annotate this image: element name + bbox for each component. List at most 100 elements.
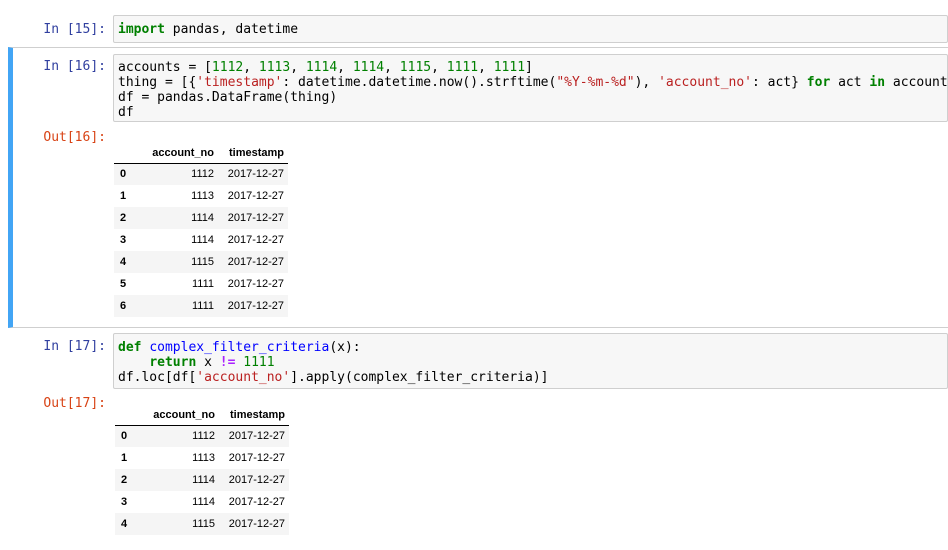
code-input[interactable]: import pandas, datetime xyxy=(113,15,948,43)
index-header xyxy=(115,405,137,426)
string-literal: 'account_no' xyxy=(196,370,291,385)
code-text: : datetime.datetime.now().strftime( xyxy=(282,75,557,90)
timestamp-cell: 2017-12-27 xyxy=(228,452,285,464)
table-row: 3 1114 2017-12-27 xyxy=(115,491,289,513)
code-input[interactable]: accounts = [1112, 1113, 1114, 1114, 1115… xyxy=(113,54,948,122)
timestamp-cell: 2017-12-27 xyxy=(227,168,284,181)
timestamp-cell: 2017-12-27 xyxy=(228,496,285,508)
row-index: 1 xyxy=(120,190,127,202)
code-text: df.loc[df[ xyxy=(118,370,197,385)
code-text: , xyxy=(431,60,447,75)
row-index: 4 xyxy=(120,256,127,268)
account-no-cell: 1115 xyxy=(192,518,215,530)
account-no-cell: 1111 xyxy=(191,278,214,290)
table-row: 3 1114 2017-12-27 xyxy=(114,229,288,251)
input-prompt: In [17]: xyxy=(43,339,106,354)
code-text: (x): xyxy=(329,340,361,355)
number-literal: 1111 xyxy=(243,355,275,370)
code-text: act xyxy=(830,75,870,90)
code-text: , xyxy=(290,60,306,75)
dataframe-output: account_no timestamp 0 1112 2017-12-27 1 1113 2… xyxy=(115,405,289,535)
row-index: 1 xyxy=(121,452,128,464)
number-literal: 1114 xyxy=(305,60,338,75)
column-header: timestamp xyxy=(218,143,288,164)
account-no-cell: 1113 xyxy=(192,452,215,464)
code-text: ), xyxy=(634,75,659,90)
table-row: 6 1111 2017-12-27 xyxy=(114,295,288,317)
row-index: 6 xyxy=(120,300,127,312)
row-index: 4 xyxy=(121,518,128,530)
code-input[interactable]: def complex_filter_criteria(x): return x… xyxy=(113,333,948,389)
code-text: ] xyxy=(525,60,533,75)
code-text: , xyxy=(337,60,353,75)
input-prompt: In [15]: xyxy=(43,22,106,37)
code-text: thing = [{ xyxy=(118,75,197,90)
account-no-cell: 1114 xyxy=(191,212,214,224)
table-row: 0 1112 2017-12-27 xyxy=(115,425,289,447)
code-text: , xyxy=(384,60,400,75)
number-literal: 1115 xyxy=(399,60,432,75)
code-text: , xyxy=(243,60,259,75)
account-no-cell: 1112 xyxy=(192,430,215,443)
account-no-cell: 1114 xyxy=(192,474,215,486)
table-row: 5 1111 2017-12-27 xyxy=(114,273,288,295)
timestamp-cell: 2017-12-27 xyxy=(227,278,284,290)
timestamp-cell: 2017-12-27 xyxy=(228,474,285,486)
keyword: return xyxy=(149,355,197,370)
dataframe-output: account_no timestamp 0 1112 2017-12-27 1 1113 2… xyxy=(114,143,288,317)
keyword: in xyxy=(869,75,886,90)
input-prompt: In [16]: xyxy=(43,59,106,74)
table-header-row: account_no timestamp xyxy=(115,405,289,426)
column-header: timestamp xyxy=(219,405,289,426)
table-row: 1 1113 2017-12-27 xyxy=(115,447,289,469)
row-index: 2 xyxy=(120,212,127,224)
number-literal: 1112 xyxy=(211,60,244,75)
string-literal: 'account_no' xyxy=(658,75,752,90)
code-cell-15[interactable]: In [15]: import pandas, datetime xyxy=(8,14,948,44)
code-text: , xyxy=(478,60,494,75)
number-literal: 1114 xyxy=(352,60,385,75)
table-row: 2 1114 2017-12-27 xyxy=(115,469,289,491)
row-index: 5 xyxy=(120,278,127,290)
number-literal: 1113 xyxy=(258,60,291,75)
timestamp-cell: 2017-12-27 xyxy=(227,190,284,202)
table-row: 0 1112 2017-12-27 xyxy=(114,163,288,185)
account-no-cell: 1115 xyxy=(191,256,214,268)
code-cell-17[interactable]: In [17]: def complex_filter_criteria(x):… xyxy=(8,333,948,550)
function-name: complex_filter_criteria xyxy=(149,340,330,355)
keyword: for xyxy=(806,75,831,90)
code-text: df = pandas.DataFrame(thing) xyxy=(118,90,338,105)
output-prompt: Out[16]: xyxy=(43,130,106,145)
table-row: 1 1113 2017-12-27 xyxy=(114,185,288,207)
column-header: account_no xyxy=(137,405,219,426)
account-no-cell: 1114 xyxy=(192,496,215,508)
row-index: 3 xyxy=(121,496,128,508)
number-literal: 1111 xyxy=(493,60,526,75)
index-header xyxy=(114,143,136,164)
operator: != xyxy=(219,355,236,370)
code-text: accounts] xyxy=(892,75,948,90)
timestamp-cell: 2017-12-27 xyxy=(227,300,284,312)
code-text: pandas, datetime xyxy=(164,22,299,37)
keyword: import xyxy=(118,22,165,37)
column-header: account_no xyxy=(136,143,218,164)
code-text: : act} xyxy=(752,75,807,90)
table-header-row: account_no timestamp xyxy=(114,143,288,164)
timestamp-cell: 2017-12-27 xyxy=(227,234,284,246)
timestamp-cell: 2017-12-27 xyxy=(227,212,284,224)
code-text: accounts = [ xyxy=(118,60,212,75)
timestamp-cell: 2017-12-27 xyxy=(227,256,284,268)
row-index: 0 xyxy=(120,168,127,181)
string-literal: 'timestamp' xyxy=(196,75,283,90)
row-index: 0 xyxy=(121,430,128,443)
timestamp-cell: 2017-12-27 xyxy=(228,430,285,443)
code-cell-16[interactable]: In [16]: accounts = [1112, 1113, 1114, 1… xyxy=(8,47,948,328)
number-literal: 1111 xyxy=(446,60,479,75)
string-literal: "%Y-%m-%d" xyxy=(556,75,635,90)
account-no-cell: 1112 xyxy=(191,168,214,181)
output-prompt: Out[17]: xyxy=(43,396,106,411)
account-no-cell: 1111 xyxy=(191,300,214,312)
account-no-cell: 1114 xyxy=(191,234,214,246)
account-no-cell: 1113 xyxy=(191,190,214,202)
